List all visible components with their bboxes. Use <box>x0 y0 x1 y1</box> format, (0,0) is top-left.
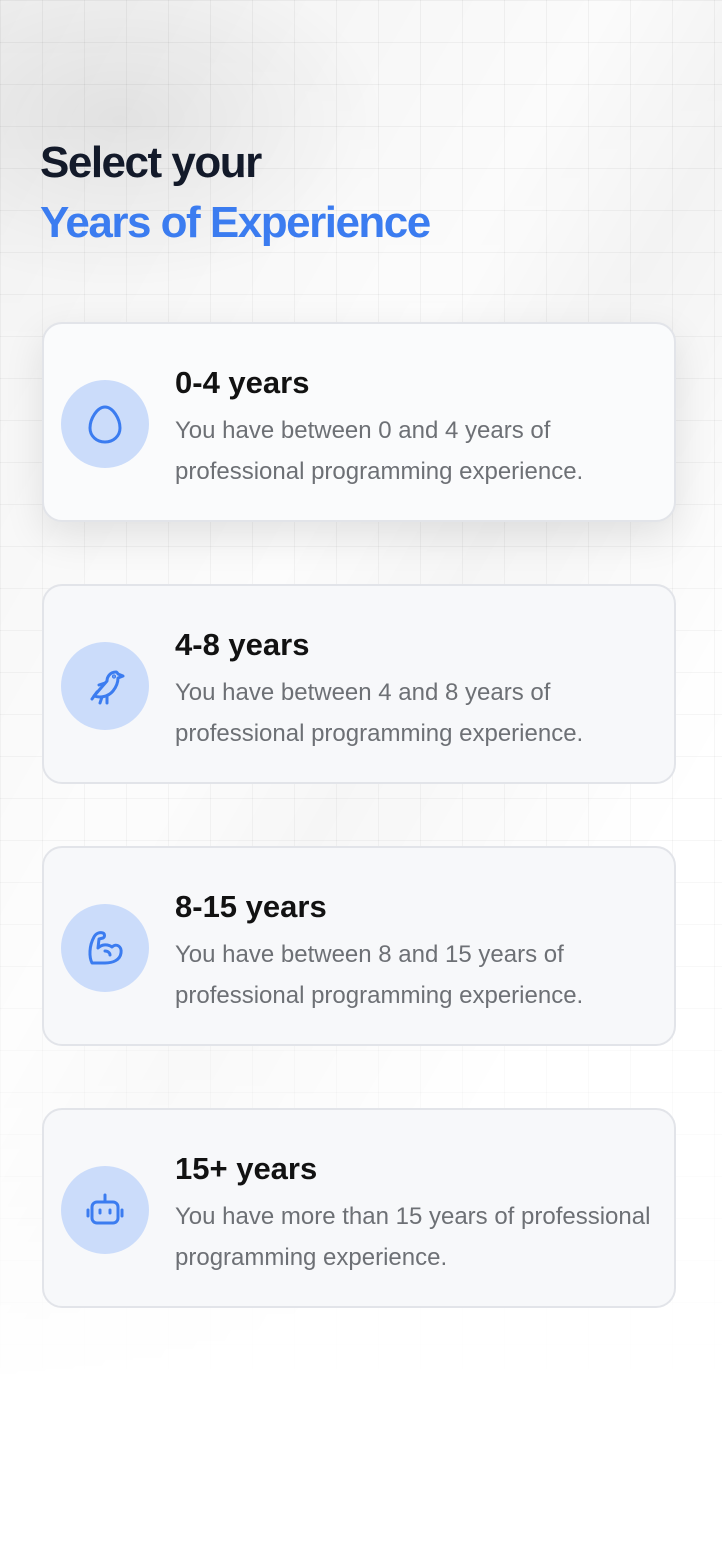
experience-option-8-15[interactable]: 8-15 years You have between 8 and 15 yea… <box>42 846 676 1046</box>
robot-icon <box>61 1166 149 1254</box>
option-title: 0-4 years <box>175 365 310 400</box>
option-title: 8-15 years <box>175 889 327 924</box>
bird-icon <box>61 642 149 730</box>
option-description: You have more than 15 years of professio… <box>175 1203 651 1271</box>
page-title-line-2: Years of Experience <box>40 198 431 247</box>
experience-option-15-plus[interactable]: 15+ years You have more than 15 years of… <box>42 1108 676 1308</box>
muscle-arm-icon <box>61 904 149 992</box>
option-description: You have between 8 and 15 years of profe… <box>175 941 584 1009</box>
option-title: 15+ years <box>175 1151 318 1186</box>
experience-option-0-4[interactable]: 0-4 years You have between 0 and 4 years… <box>42 322 676 522</box>
option-description: You have between 0 and 4 years of profes… <box>175 417 584 485</box>
option-description: You have between 4 and 8 years of profes… <box>175 679 584 747</box>
page-title-line-1: Select your <box>40 138 262 187</box>
option-title: 4-8 years <box>175 627 310 662</box>
experience-option-4-8[interactable]: 4-8 years You have between 4 and 8 years… <box>42 584 676 784</box>
egg-icon <box>61 380 149 468</box>
